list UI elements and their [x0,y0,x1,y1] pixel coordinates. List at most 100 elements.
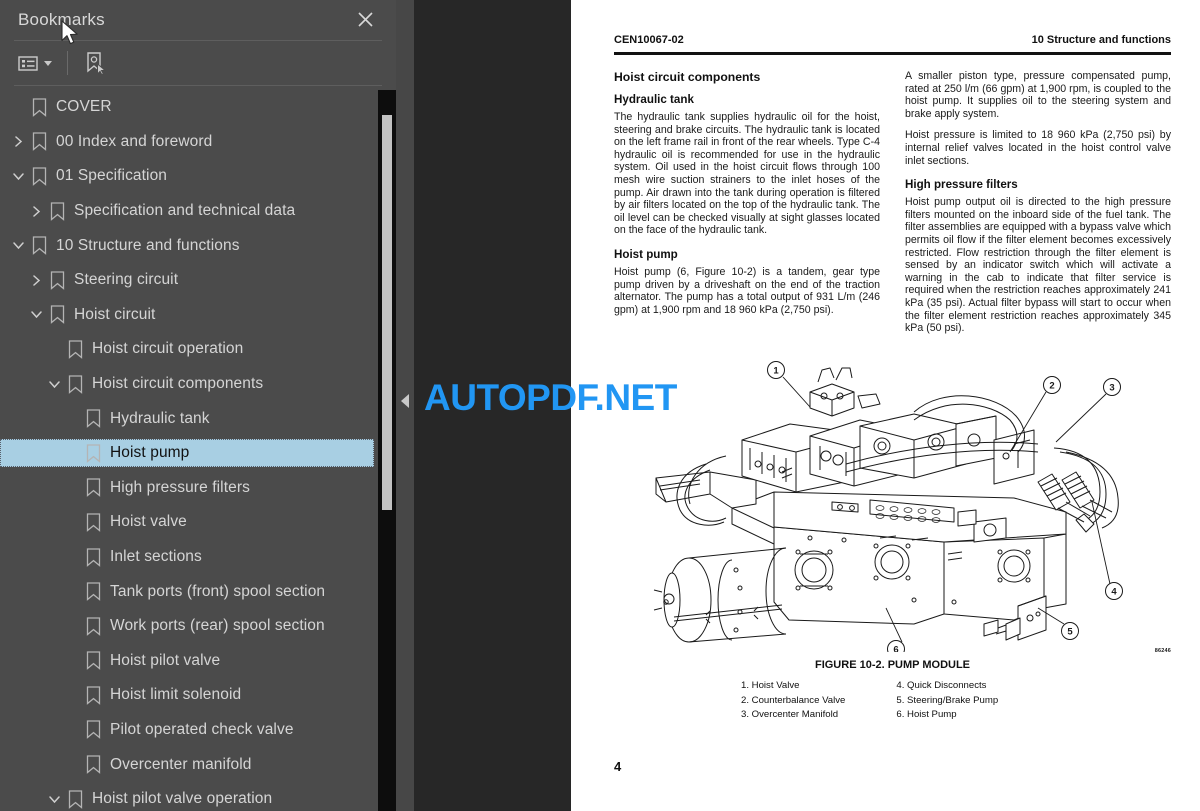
list-options-icon[interactable] [18,49,52,77]
bookmark-item-label: Hoist circuit [74,305,156,323]
intro-paragraph: A smaller piston type, pressure compensa… [905,70,1171,120]
bookmark-icon [82,442,104,464]
bookmark-item-label: Pilot operated check valve [110,720,294,738]
legend-item: 1. Hoist Valve [741,680,800,691]
left-column: Hoist circuit components Hydraulic tank … [614,70,880,344]
right-column: A smaller piston type, pressure compensa… [905,70,1171,344]
section-body: The hydraulic tank supplies hydraulic oi… [614,111,880,237]
bookmark-icon [64,788,86,810]
bookmark-item[interactable]: Hoist pilot valve operation [0,782,396,811]
chevron-down-icon[interactable] [26,305,46,325]
bookmark-item[interactable]: Hoist circuit operation [0,332,396,367]
bookmark-item-label: 01 Specification [56,167,168,185]
sidebar-scrollbar[interactable] [378,90,396,811]
bookmark-icon [64,373,86,395]
bookmark-item[interactable]: Pilot operated check valve [0,713,396,748]
bookmark-icon [82,650,104,672]
bookmark-item[interactable]: Hoist circuit components [0,367,396,402]
chevron-right-icon[interactable] [8,132,28,152]
bookmark-item[interactable]: Inlet sections [0,540,396,575]
bookmark-item-label: Hoist limit solenoid [110,686,242,704]
pdf-reader-window: Bookmarks COVER 00 Index and foreword 01… [0,0,1200,811]
bookmark-icon [46,200,68,222]
bookmark-item[interactable]: Hoist pilot valve [0,644,396,679]
bookmark-item[interactable]: Hoist valve [0,505,396,540]
bookmark-icon [28,131,50,153]
bookmark-item[interactable]: High pressure filters [0,471,396,506]
bookmark-item[interactable]: Work ports (rear) spool section [0,609,396,644]
bookmark-icon [28,235,50,257]
bookmark-item[interactable]: Steering circuit [0,263,396,298]
bookmark-item-label: 00 Index and foreword [56,132,213,150]
bookmark-item[interactable]: Tank ports (front) spool section [0,574,396,609]
close-icon[interactable] [352,6,378,32]
chevron-right-icon[interactable] [26,201,46,221]
bookmark-icon [64,338,86,360]
scrollbar-thumb[interactable] [382,115,392,510]
page-header-left: CEN10067-02 [614,34,684,46]
legend-column-right: 4. Quick Disconnects 5. Steering/Brake P… [896,679,998,722]
bookmarks-panel: Bookmarks COVER 00 Index and foreword 01… [0,0,396,811]
bookmark-item[interactable]: Overcenter manifold [0,747,396,782]
chevron-down-icon[interactable] [44,789,64,809]
page-header-rule [614,52,1171,55]
bookmark-icon [82,581,104,603]
bookmark-item[interactable]: Specification and technical data [0,194,396,229]
bookmark-icon [82,511,104,533]
bookmarks-toolbar [0,41,396,85]
legend-item: 6. Hoist Pump [896,709,957,720]
bookmark-item[interactable]: 00 Index and foreword [0,125,396,160]
bookmark-icon [46,269,68,291]
bookmark-item[interactable]: 10 Structure and functions [0,228,396,263]
bookmark-icon [82,408,104,430]
bookmark-icon [82,719,104,741]
bookmark-icon [82,615,104,637]
bookmark-item-label: Hoist pilot valve [110,651,221,669]
bookmark-item-label: Specification and technical data [74,202,296,220]
panel-collapse-strip[interactable] [396,0,414,811]
intro-paragraph: Hoist pressure is limited to 18 960 kPa … [905,129,1171,167]
chevron-right-icon[interactable] [26,270,46,290]
panel-title: Bookmarks [18,10,105,29]
chevron-down-icon[interactable] [8,236,28,256]
new-bookmark-icon[interactable] [83,49,108,77]
bookmark-item[interactable]: COVER [0,90,396,125]
figure-caption: FIGURE 10-2. PUMP MODULE [814,659,971,671]
drawing-code: 86246 [1154,648,1171,654]
bookmark-item-label: Hydraulic tank [110,409,210,427]
bookmark-item-label: Work ports (rear) spool section [110,617,325,635]
bookmark-item-label: Steering circuit [74,271,179,289]
section-body: Hoist pump (6, Figure 10-2) is a tandem,… [614,265,880,316]
bookmark-item-label: Inlet sections [110,548,202,566]
callout-number: 6 [893,644,898,652]
chevron-down-icon[interactable] [44,374,64,394]
legend-column-left: 1. Hoist Valve 2. Counterbalance Valve 3… [741,679,845,722]
bookmark-item[interactable]: 01 Specification [0,159,396,194]
bookmark-item[interactable]: Hoist circuit [0,298,396,333]
legend-item: 5. Steering/Brake Pump [896,694,999,706]
bookmark-item[interactable]: Hydraulic tank [0,401,396,436]
bookmark-icon [28,165,50,187]
callout-number: 3 [1109,382,1114,393]
chevron-down-icon[interactable] [8,166,28,186]
bookmark-item-label: Hoist pilot valve operation [92,790,273,808]
bookmark-item[interactable]: Hoist limit solenoid [0,678,396,713]
bookmark-item-label: Tank ports (front) spool section [110,582,326,600]
bookmark-tree[interactable]: COVER 00 Index and foreword 01 Specificati… [0,90,396,811]
collapse-left-icon[interactable] [401,394,409,408]
callout-number: 5 [1067,626,1073,637]
bookmark-icon [46,304,68,326]
toolbar-divider-bottom [14,85,382,86]
toolbar-divider [67,51,68,75]
callout-number: 4 [1111,586,1117,597]
bookmark-item[interactable]: Hoist pump [0,436,396,471]
